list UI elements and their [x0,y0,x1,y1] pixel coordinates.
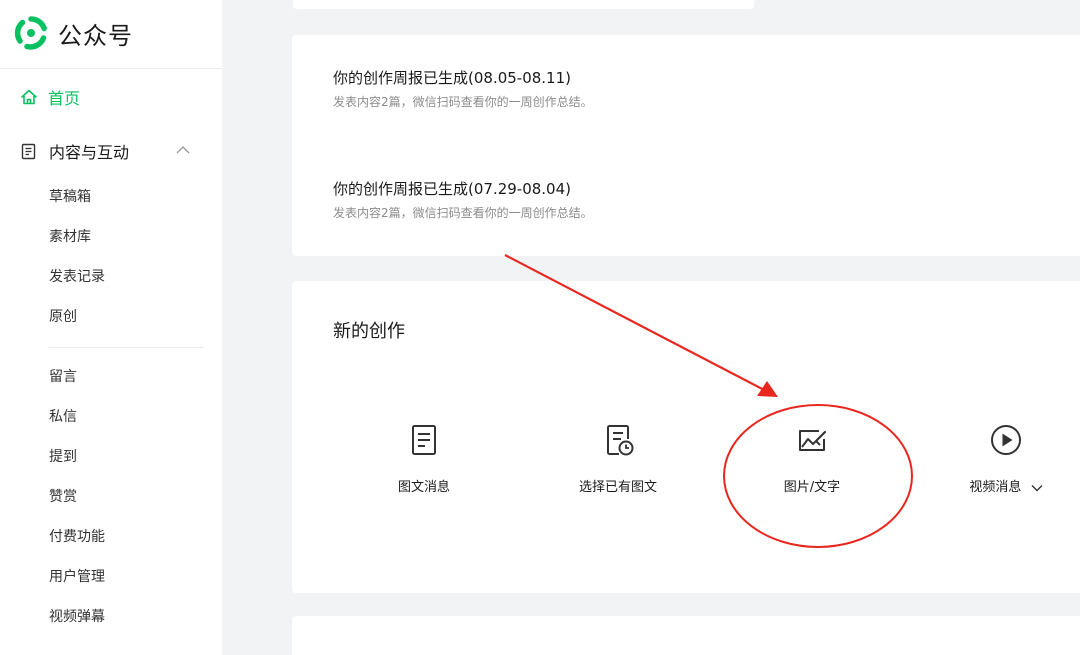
section-title: 新的创作 [333,321,405,342]
create-item-label: 视频消息 [969,480,1022,495]
brand-name: 公众号 [58,21,133,50]
brand[interactable]: 公众号 [14,16,133,50]
nav-home-label: 首页 [48,89,81,108]
sidebar-item-mentions[interactable]: 提到 [49,447,77,467]
sidebar-item-messages[interactable]: 私信 [49,407,77,427]
create-article-button[interactable]: 图文消息 [344,423,504,503]
document-icon [412,425,436,455]
chevron-up-icon[interactable] [176,145,190,155]
sidebar-item-publish-records[interactable]: 发表记录 [49,267,105,287]
create-item-label-row: 视频消息 [926,479,1080,497]
sidebar-item-materials[interactable]: 素材库 [49,227,91,247]
play-circle-icon [991,425,1021,455]
weekly-report-card: 你的创作周报已生成(08.05-08.11) 发表内容2篇，微信扫码查看你的一周… [292,35,1080,256]
report-title[interactable]: 你的创作周报已生成(07.29-08.04) [333,178,571,200]
sidebar-item-user-management[interactable]: 用户管理 [49,567,105,587]
create-video-button[interactable]: 视频消息 [926,423,1080,503]
sidebar-item-original[interactable]: 原创 [49,307,77,327]
image-edit-icon [799,430,827,451]
sidebar-item-video-danmaku[interactable]: 视频弹幕 [49,607,105,627]
nav-group-content-interaction[interactable]: 内容与互动 [20,138,190,164]
divider [49,347,204,348]
report-desc: 发表内容2篇，微信扫码查看你的一周创作总结。 [333,206,593,220]
nav-group-label: 内容与互动 [49,143,130,162]
sidebar-item-paid-features[interactable]: 付费功能 [49,527,105,547]
report-title[interactable]: 你的创作周报已生成(08.05-08.11) [333,67,571,89]
create-item-label: 图片/文字 [783,480,841,495]
create-item-label: 图文消息 [397,480,450,495]
divider [0,68,222,69]
document-clock-icon [607,425,634,456]
select-existing-article-button[interactable]: 选择已有图文 [538,423,698,503]
top-card [293,0,754,9]
report-desc: 发表内容2篇，微信扫码查看你的一周创作总结。 [333,95,593,109]
nav-home[interactable]: 首页 [20,84,80,110]
bottom-card [292,616,1080,655]
sidebar-item-drafts[interactable]: 草稿箱 [49,187,91,207]
sidebar: 公众号 首页 内容与互动 草稿箱 素材库 发表记录 原创 留言 私信 提到 赞赏… [0,0,222,655]
sidebar-item-comments[interactable]: 留言 [49,367,77,387]
wechat-official-account-logo-icon [14,16,47,50]
document-icon [21,143,36,159]
create-item-label: 选择已有图文 [578,480,657,495]
chevron-down-icon[interactable] [1031,484,1043,492]
create-image-text-button[interactable]: 图片/文字 [732,423,892,503]
home-icon [21,89,37,105]
new-creation-card: 新的创作 图文消息 选择已有图文 图片/文字 视频消息 [292,281,1080,593]
sidebar-item-rewards[interactable]: 赞赏 [49,487,77,507]
